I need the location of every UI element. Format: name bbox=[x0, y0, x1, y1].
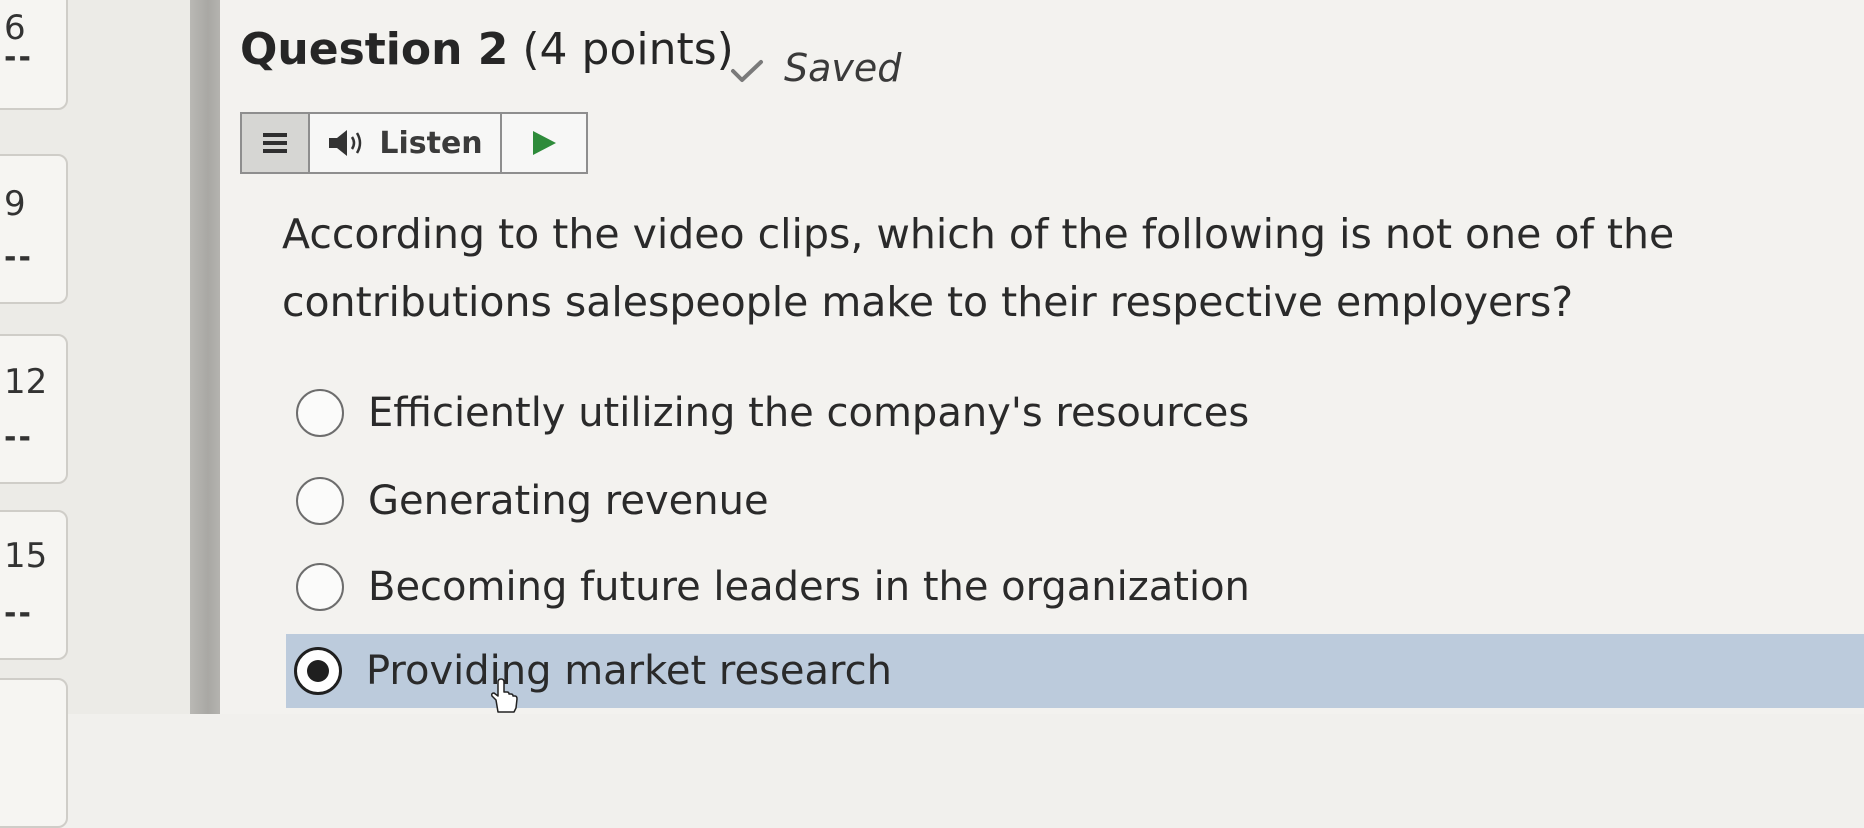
listen-button[interactable]: Listen bbox=[310, 114, 502, 172]
nav-tile-number: 12 bbox=[4, 362, 48, 402]
panel-divider bbox=[190, 0, 220, 714]
nav-tile-question-9[interactable]: 9 -- bbox=[0, 154, 68, 304]
hamburger-icon bbox=[263, 133, 287, 153]
question-points: (4 points) bbox=[508, 24, 734, 75]
saved-label: Saved bbox=[784, 46, 902, 90]
checkmark-icon bbox=[731, 59, 763, 82]
nav-tile-next[interactable] bbox=[0, 678, 68, 828]
radio-button[interactable] bbox=[296, 477, 344, 525]
listen-menu-button[interactable] bbox=[242, 114, 310, 172]
speaker-icon bbox=[329, 130, 362, 156]
nav-tile-question-6[interactable]: 6 -- bbox=[0, 0, 68, 110]
nav-tile-number: 9 bbox=[4, 184, 26, 224]
play-button[interactable] bbox=[502, 114, 586, 172]
listen-label: Listen bbox=[379, 125, 483, 161]
hand-cursor-icon bbox=[491, 678, 518, 713]
nav-tile-number: 15 bbox=[4, 536, 48, 576]
question-number: Question 2 bbox=[240, 24, 509, 75]
nav-tile-status: -- bbox=[4, 596, 33, 631]
answer-option-label: Becoming future leaders in the organizat… bbox=[368, 564, 1250, 610]
radio-button[interactable] bbox=[296, 389, 344, 437]
answer-option-label: Efficiently utilizing the company's reso… bbox=[368, 390, 1250, 436]
play-icon bbox=[533, 131, 556, 155]
question-title: Question 2 (4 points) bbox=[240, 24, 734, 75]
question-navigator: 6 -- 9 -- 12 -- 15 -- bbox=[0, 0, 190, 828]
answer-option-4[interactable]: Providing market research bbox=[286, 634, 1864, 708]
answer-option-1[interactable]: Efficiently utilizing the company's reso… bbox=[288, 376, 1249, 450]
nav-tile-status: -- bbox=[4, 420, 33, 455]
answer-option-3[interactable]: Becoming future leaders in the organizat… bbox=[288, 550, 1250, 624]
answer-option-2[interactable]: Generating revenue bbox=[288, 464, 769, 538]
question-text: According to the video clips, which of t… bbox=[282, 210, 1675, 326]
nav-tile-status: -- bbox=[4, 40, 33, 75]
nav-tile-question-15[interactable]: 15 -- bbox=[0, 510, 68, 660]
saved-status: Saved bbox=[730, 46, 901, 90]
listen-toolbar: Listen bbox=[240, 112, 588, 174]
answer-option-label: Providing market research bbox=[366, 648, 892, 694]
nav-tile-status: -- bbox=[4, 240, 33, 275]
radio-button-selected[interactable] bbox=[294, 647, 342, 695]
radio-button[interactable] bbox=[296, 563, 344, 611]
question-panel: Question 2 (4 points) Saved Listen Accor… bbox=[220, 0, 1864, 714]
answer-option-label: Generating revenue bbox=[368, 478, 769, 524]
nav-tile-question-12[interactable]: 12 -- bbox=[0, 334, 68, 484]
